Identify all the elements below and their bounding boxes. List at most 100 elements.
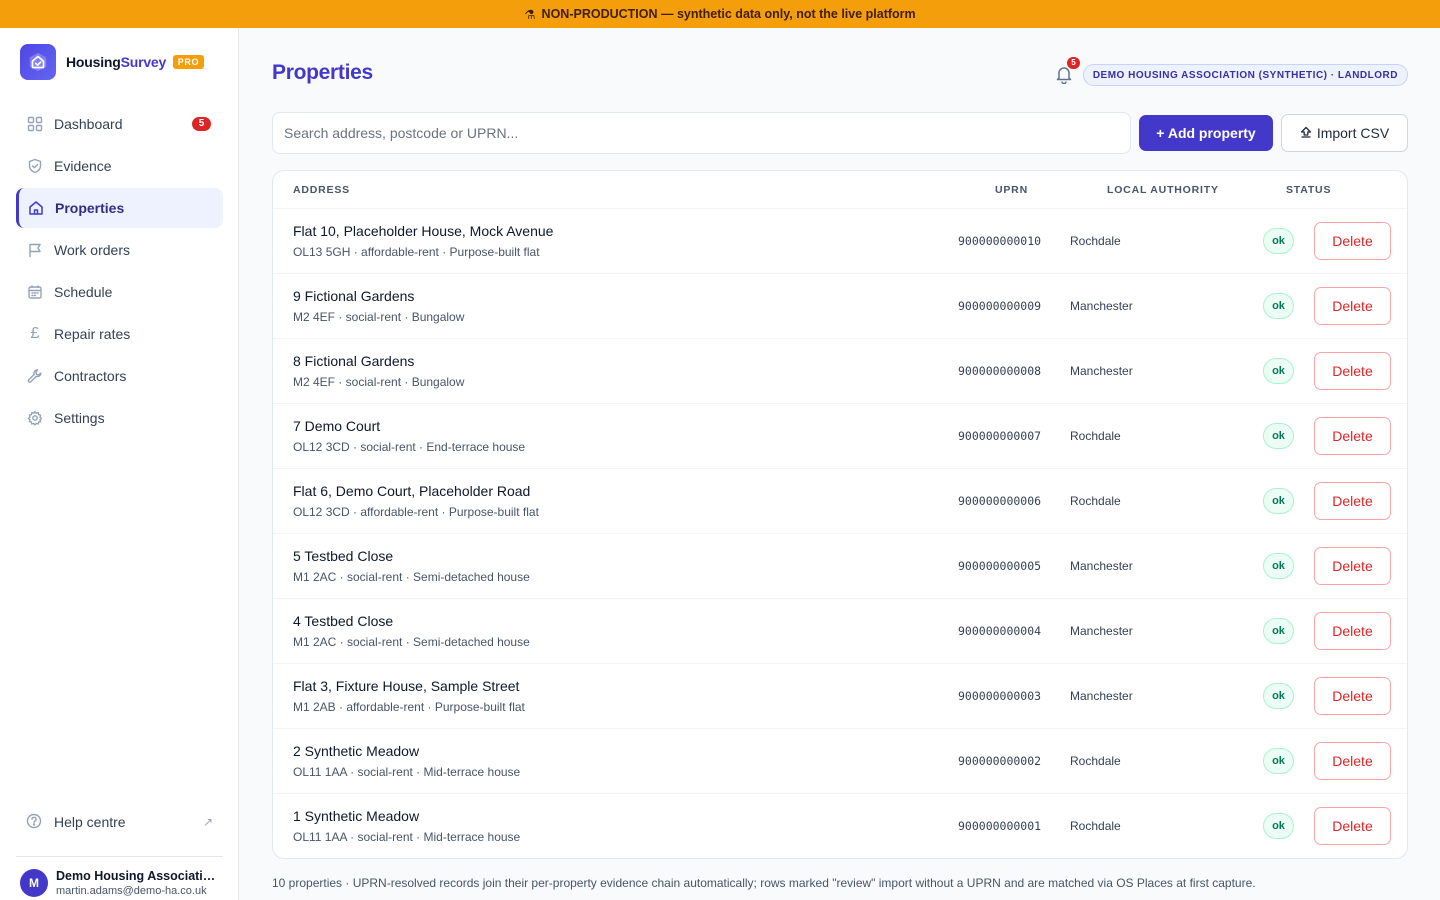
help-centre-link[interactable]: Help centre ↗ [16,802,223,842]
table-body: Flat 10, Placeholder House, Mock Avenue O… [273,209,1407,858]
property-address[interactable]: Flat 6, Demo Court, Placeholder Road [293,483,530,499]
sidebar-item-label: Evidence [54,158,112,174]
sidebar-item-schedule[interactable]: Schedule [16,272,223,312]
status-badge: ok [1263,423,1294,449]
organisation-role-pill: DEMO HOUSING ASSOCIATION (SYNTHETIC) · L… [1082,64,1408,86]
sidebar-item-settings[interactable]: Settings [16,398,223,438]
property-uprn: 900000000010 [958,234,1042,248]
import-csv-label: Import CSV [1316,125,1390,141]
status-badge: ok [1263,618,1294,644]
home-icon [27,199,45,217]
property-details: OL11 1AA · social-rent · Mid-terrace hou… [293,830,521,844]
banner-text: NON-PRODUCTION — synthetic data only, no… [541,7,916,21]
property-address[interactable]: 8 Fictional Gardens [293,353,414,369]
property-details: M1 2AC · social-rent · Semi-detached hou… [293,570,530,584]
sidebar-item-properties[interactable]: Properties [16,188,223,228]
property-uprn: 900000000008 [958,364,1042,378]
property-details: M1 2AC · social-rent · Semi-detached hou… [293,635,530,649]
delete-button[interactable]: Delete [1314,222,1391,260]
status-badge: ok [1263,813,1294,839]
sidebar-item-label: Contractors [54,368,127,384]
property-address[interactable]: Flat 3, Fixture House, Sample Street [293,678,519,694]
status-badge: ok [1263,293,1294,319]
sidebar-item-label: Repair rates [54,326,131,342]
sidebar-item-dashboard[interactable]: Dashboard 5 [16,104,223,144]
column-header-address[interactable]: ADDRESS [293,184,350,196]
property-uprn: 900000000006 [958,494,1042,508]
status-badge: ok [1263,488,1294,514]
property-uprn: 900000000002 [958,754,1042,768]
table-row[interactable]: Flat 6, Demo Court, Placeholder Road OL12… [273,469,1407,534]
status-badge: ok [1263,748,1294,774]
sidebar-item-work-orders[interactable]: Work orders [16,230,223,270]
property-local-authority: Manchester [1070,689,1133,703]
notification-count-badge: 5 [1067,57,1080,69]
column-header-uprn[interactable]: UPRN [995,184,1028,196]
delete-button[interactable]: Delete [1314,352,1391,390]
property-uprn: 900000000007 [958,429,1042,443]
property-details: OL13 5GH · affordable-rent · Purpose-bui… [293,245,540,259]
column-header-local-authority[interactable]: LOCAL AUTHORITY [1107,184,1219,196]
table-row[interactable]: 7 Demo Court OL12 3CD · social-rent · End… [273,404,1407,469]
table-row[interactable]: Flat 3, Fixture House, Sample Street M1 2… [273,664,1407,729]
pound-icon: £ [30,325,40,342]
calendar-icon [26,283,44,301]
property-details: M1 2AB · affordable-rent · Purpose-built… [293,700,525,714]
delete-button[interactable]: Delete [1314,287,1391,325]
sidebar-item-repair-rates[interactable]: £ Repair rates [16,314,223,354]
help-centre-label: Help centre [54,814,126,830]
delete-button[interactable]: Delete [1314,547,1391,585]
page-title: Properties [272,61,373,84]
status-badge: ok [1263,358,1294,384]
table-row[interactable]: 4 Testbed Close M1 2AC · social-rent · Se… [273,599,1407,664]
property-address[interactable]: 5 Testbed Close [293,548,393,564]
sidebar-item-label: Schedule [54,284,113,300]
flask-icon: ⚗ [524,7,536,22]
property-address[interactable]: 4 Testbed Close [293,613,393,629]
delete-button[interactable]: Delete [1314,807,1391,845]
wrench-icon [26,367,44,385]
property-details: M2 4EF · social-rent · Bungalow [293,375,465,389]
delete-button[interactable]: Delete [1314,612,1391,650]
property-uprn: 900000000004 [958,624,1042,638]
table-row[interactable]: 1 Synthetic Meadow OL11 1AA · social-rent… [273,794,1407,858]
sidebar: HousingSurvey PRO Dashboard 5 Evidence P… [0,28,239,900]
table-row[interactable]: 9 Fictional Gardens M2 4EF · social-rent … [273,274,1407,339]
property-address[interactable]: 2 Synthetic Meadow [293,743,419,759]
property-address[interactable]: 7 Demo Court [293,418,380,434]
column-header-status[interactable]: STATUS [1286,184,1331,196]
status-badge: ok [1263,683,1294,709]
table-row[interactable]: 5 Testbed Close M1 2AC · social-rent · Se… [273,534,1407,599]
table-row[interactable]: Flat 10, Placeholder House, Mock Avenue O… [273,209,1407,274]
user-account[interactable]: M Demo Housing Association (Synthetic) m… [16,856,223,897]
brand[interactable]: HousingSurvey PRO [20,44,205,80]
property-uprn: 900000000003 [958,689,1042,703]
pro-badge: PRO [172,55,205,69]
property-address[interactable]: 9 Fictional Gardens [293,288,414,304]
add-property-button[interactable]: + Add property [1139,115,1273,151]
property-local-authority: Manchester [1070,624,1133,638]
search-input[interactable] [272,112,1131,154]
non-production-banner: ⚗ NON-PRODUCTION — synthetic data only, … [0,0,1440,28]
flag-icon [26,241,44,259]
property-address[interactable]: 1 Synthetic Meadow [293,808,419,824]
sidebar-item-evidence[interactable]: Evidence [16,146,223,186]
property-uprn: 900000000009 [958,299,1042,313]
table-row[interactable]: 2 Synthetic Meadow OL11 1AA · social-rent… [273,729,1407,794]
import-csv-button[interactable]: Import CSV [1281,114,1408,152]
sidebar-item-contractors[interactable]: Contractors [16,356,223,396]
delete-button[interactable]: Delete [1314,742,1391,780]
property-address[interactable]: Flat 10, Placeholder House, Mock Avenue [293,223,553,239]
table-footnote: 10 properties · UPRN-resolved records jo… [272,876,1256,890]
table-row[interactable]: 8 Fictional Gardens M2 4EF · social-rent … [273,339,1407,404]
delete-button[interactable]: Delete [1314,482,1391,520]
user-email: martin.adams@demo-ha.co.uk [56,885,207,897]
status-badge: ok [1263,553,1294,579]
property-local-authority: Manchester [1070,559,1133,573]
house-shield-logo-icon [20,44,56,80]
help-circle-icon [26,813,44,831]
delete-button[interactable]: Delete [1314,417,1391,455]
delete-button[interactable]: Delete [1314,677,1391,715]
external-link-icon: ↗ [202,815,213,829]
property-details: OL11 1AA · social-rent · Mid-terrace hou… [293,765,521,779]
